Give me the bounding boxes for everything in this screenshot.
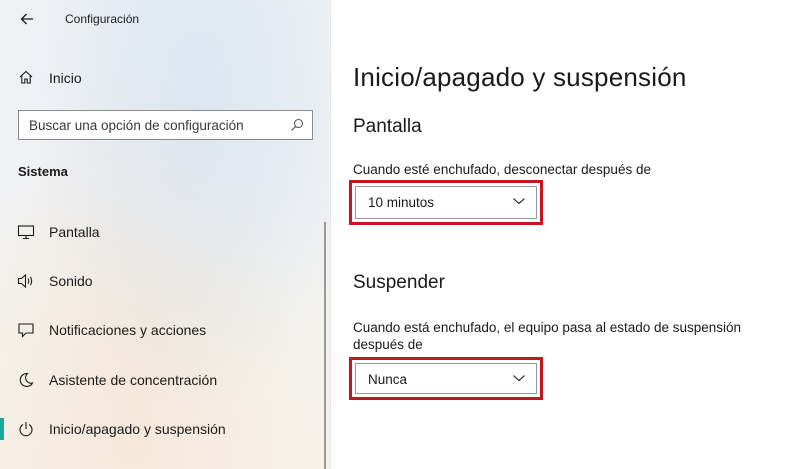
sidebar-item-label: Asistente de concentración xyxy=(49,372,218,388)
sleep-section-heading: Suspender xyxy=(353,272,445,293)
speaker-icon xyxy=(17,273,33,289)
sidebar-item-label: Pantalla xyxy=(49,224,100,240)
power-icon xyxy=(19,422,33,437)
sidebar-item-inicio-apagado[interactable]: Inicio/apagado y suspensión xyxy=(0,409,326,449)
home-label: Inicio xyxy=(49,70,82,86)
screen-section-heading: Pantalla xyxy=(353,116,422,137)
monitor-icon xyxy=(17,225,35,240)
sidebar-item-notificaciones[interactable]: Notificaciones y acciones xyxy=(0,310,326,350)
notification-icon xyxy=(18,323,34,338)
section-heading: Sistema xyxy=(18,164,68,179)
sidebar-item-sonido[interactable]: Sonido xyxy=(0,261,326,301)
sleep-timeout-label: Cuando está enchufado, el equipo pasa al… xyxy=(353,320,742,352)
back-button[interactable] xyxy=(14,6,40,32)
chevron-down-icon xyxy=(513,198,525,205)
home-nav-item[interactable]: Inicio xyxy=(0,62,331,92)
main-content: Inicio/apagado y suspensión Pantalla Cua… xyxy=(331,0,806,469)
screen-timeout-dropdown[interactable]: 10 minutos xyxy=(355,186,537,219)
back-arrow-icon xyxy=(20,13,33,25)
title-bar: Configuración xyxy=(0,0,331,38)
screen-timeout-label: Cuando esté enchufado, desconectar despu… xyxy=(353,162,651,177)
sidebar-item-asistente[interactable]: Asistente de concentración xyxy=(0,360,326,400)
sidebar-item-pantalla[interactable]: Pantalla xyxy=(0,212,326,252)
chevron-down-icon xyxy=(513,375,525,382)
page-title: Inicio/apagado y suspensión xyxy=(353,62,687,92)
screen-timeout-highlight: 10 minutos xyxy=(349,180,543,225)
sleep-timeout-dropdown[interactable]: Nunca xyxy=(355,363,537,394)
sleep-timeout-value: Nunca xyxy=(368,372,408,387)
sleep-timeout-highlight: Nunca xyxy=(349,357,543,400)
app-title: Configuración xyxy=(65,12,140,26)
search-box[interactable] xyxy=(18,110,313,140)
active-indicator xyxy=(0,418,4,440)
sidebar-scrollbar[interactable] xyxy=(324,222,326,469)
screen-timeout-value: 10 minutos xyxy=(368,195,435,210)
search-icon[interactable] xyxy=(290,118,304,132)
sidebar-item-label: Sonido xyxy=(49,273,93,289)
sidebar-item-label: Inicio/apagado y suspensión xyxy=(49,421,226,437)
sidebar: Configuración Inicio Sistema Pantalla So… xyxy=(0,0,331,469)
moon-icon xyxy=(19,372,34,387)
sidebar-item-label: Notificaciones y acciones xyxy=(49,322,207,338)
home-icon xyxy=(19,70,33,84)
search-input[interactable] xyxy=(29,116,284,134)
